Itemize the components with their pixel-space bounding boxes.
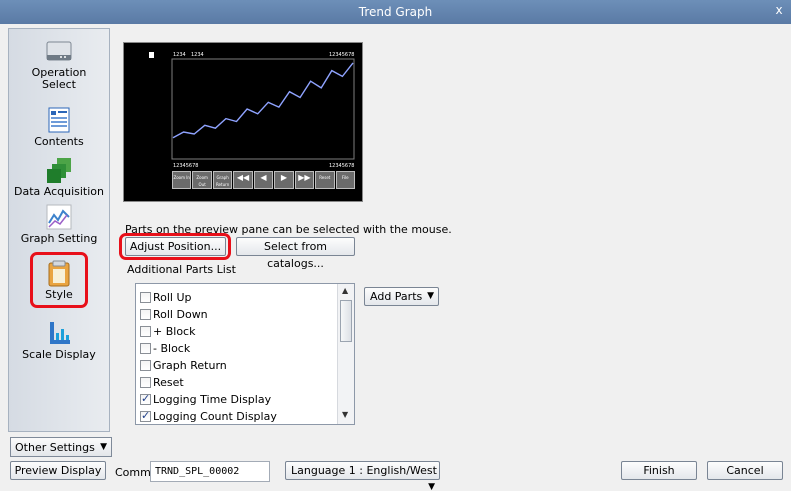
sidebar-item-scale-display[interactable]: Scale Display — [9, 319, 109, 361]
preview-control-1[interactable]: Zoom Out — [192, 171, 212, 189]
sidebar-item-label: Contents — [34, 135, 84, 148]
preview-control-5[interactable]: ▶ — [274, 171, 294, 189]
add-parts-label: Add Parts — [370, 290, 423, 303]
preview-control-4[interactable]: ◀ — [253, 171, 274, 189]
preview-control-6[interactable]: ▶▶ — [294, 171, 315, 189]
list-item[interactable]: Logging Count Display — [140, 408, 277, 424]
sidebar-item-graph-setting[interactable]: Graph Setting — [9, 203, 109, 245]
list-item-label: Graph Return — [153, 358, 227, 372]
sidebar-item-label: Scale Display — [22, 348, 96, 361]
list-item[interactable]: Roll Down — [140, 306, 208, 322]
other-settings-label: Other Settings — [15, 441, 95, 454]
preview-pane[interactable]: 1234 1234 12345678 12345678 12345678 Zoo… — [123, 42, 363, 202]
list-item[interactable]: Graph Return — [140, 357, 227, 373]
scale-display-icon — [45, 319, 73, 347]
sidebar-item-label: Style — [45, 288, 73, 301]
preview-display-button[interactable]: Preview Display — [10, 461, 106, 480]
sidebar-item-style[interactable]: Style — [30, 252, 88, 308]
comm-field[interactable]: TRND_SPL_00002 — [150, 461, 270, 482]
sidebar-item-label: Graph Setting — [20, 232, 98, 245]
chevron-down-icon: ▼ — [100, 442, 107, 452]
list-item[interactable]: Reset — [140, 374, 184, 390]
list-item-label: - Block — [153, 341, 191, 355]
sidebar-item-data-acquisition[interactable]: Data Acquisition — [9, 156, 109, 198]
checkbox-roll-up[interactable] — [140, 291, 151, 303]
sidebar-item-contents[interactable]: Contents — [9, 106, 109, 148]
additional-parts-list[interactable]: Roll Up Roll Down + Block - Block Graph … — [135, 283, 355, 425]
cancel-button[interactable]: Cancel — [707, 461, 783, 480]
preview-control-0[interactable]: Zoom In — [172, 171, 192, 189]
list-item-label: + Block — [153, 324, 196, 338]
checkbox-graph-return[interactable] — [140, 359, 151, 371]
list-item[interactable]: Roll Up — [140, 289, 192, 305]
list-item-label: Roll Up — [153, 290, 192, 304]
language-label: Language 1 : English/West — [291, 464, 437, 477]
preview-top-left-2: 1234 — [191, 52, 204, 58]
parts-list-scrollbar[interactable]: ▲ ▼ — [337, 284, 354, 424]
other-settings-dropdown[interactable]: Other Settings ▼ — [10, 437, 112, 457]
preview-control-2[interactable]: Graph Return — [212, 171, 233, 189]
graph-setting-icon — [45, 203, 73, 231]
list-item-label: Roll Down — [153, 307, 208, 321]
scroll-down-icon[interactable]: ▼ — [342, 410, 350, 420]
list-item-label: Logging Count Display — [153, 409, 277, 423]
language-dropdown[interactable]: Language 1 : English/West ▼ — [285, 461, 440, 491]
preview-top-right: 12345678 — [329, 52, 354, 58]
sidebar-item-label: Data Acquisition — [13, 185, 104, 198]
checkbox-roll-down[interactable] — [140, 308, 151, 320]
preview-marker — [149, 52, 154, 58]
sidebar: Operation Select Contents Data Acquisiti… — [8, 28, 110, 432]
clipboard-icon — [45, 259, 73, 287]
add-parts-dropdown[interactable]: Add Parts ▼ — [364, 287, 439, 306]
comm-label: Comm — [115, 466, 151, 479]
checkbox-plus-block[interactable] — [140, 325, 151, 337]
preview-bottom-right: 12345678 — [329, 163, 354, 169]
chevron-down-icon: ▼ — [428, 482, 435, 491]
list-item-label: Logging Time Display — [153, 392, 272, 406]
checkbox-logging-time-display[interactable] — [140, 392, 151, 405]
sidebar-item-label: Select — [42, 78, 76, 91]
preview-control-3[interactable]: ◀◀ — [233, 171, 253, 189]
preview-top-left-1: 1234 — [173, 52, 186, 58]
drive-icon — [45, 37, 73, 65]
checkbox-reset[interactable] — [140, 376, 151, 388]
additional-parts-list-title: Additional Parts List — [127, 263, 236, 276]
scroll-thumb[interactable] — [340, 300, 352, 342]
close-icon[interactable]: x — [771, 3, 787, 19]
data-acquisition-icon — [45, 156, 73, 184]
preview-bottom-left: 12345678 — [173, 163, 198, 169]
window-title: Trend Graph — [358, 5, 433, 19]
window-titlebar: Trend Graph x — [0, 0, 791, 24]
checkbox-logging-count-display[interactable] — [140, 409, 151, 422]
preview-control-8[interactable]: File — [335, 171, 355, 189]
contents-icon — [45, 106, 73, 134]
adjust-position-button[interactable]: Adjust Position... — [125, 237, 226, 256]
scroll-up-icon[interactable]: ▲ — [342, 286, 350, 296]
preview-control-7[interactable]: Reset — [315, 171, 335, 189]
list-item[interactable]: - Block — [140, 340, 190, 356]
select-from-catalogs-button[interactable]: Select from catalogs... — [236, 237, 355, 270]
checkbox-minus-block[interactable] — [140, 342, 151, 354]
finish-button[interactable]: Finish — [621, 461, 697, 480]
chevron-down-icon: ▼ — [427, 291, 434, 301]
list-item-label: Reset — [153, 375, 184, 389]
list-item[interactable]: Logging Time Display — [140, 391, 271, 407]
preview-button-bar: Zoom In Zoom Out Graph Return ◀◀ ◀ ▶ ▶▶ Reset Fi… — [172, 171, 355, 189]
sidebar-item-operation-select[interactable]: Operation Select — [9, 37, 109, 91]
list-item[interactable]: + Block — [140, 323, 195, 339]
